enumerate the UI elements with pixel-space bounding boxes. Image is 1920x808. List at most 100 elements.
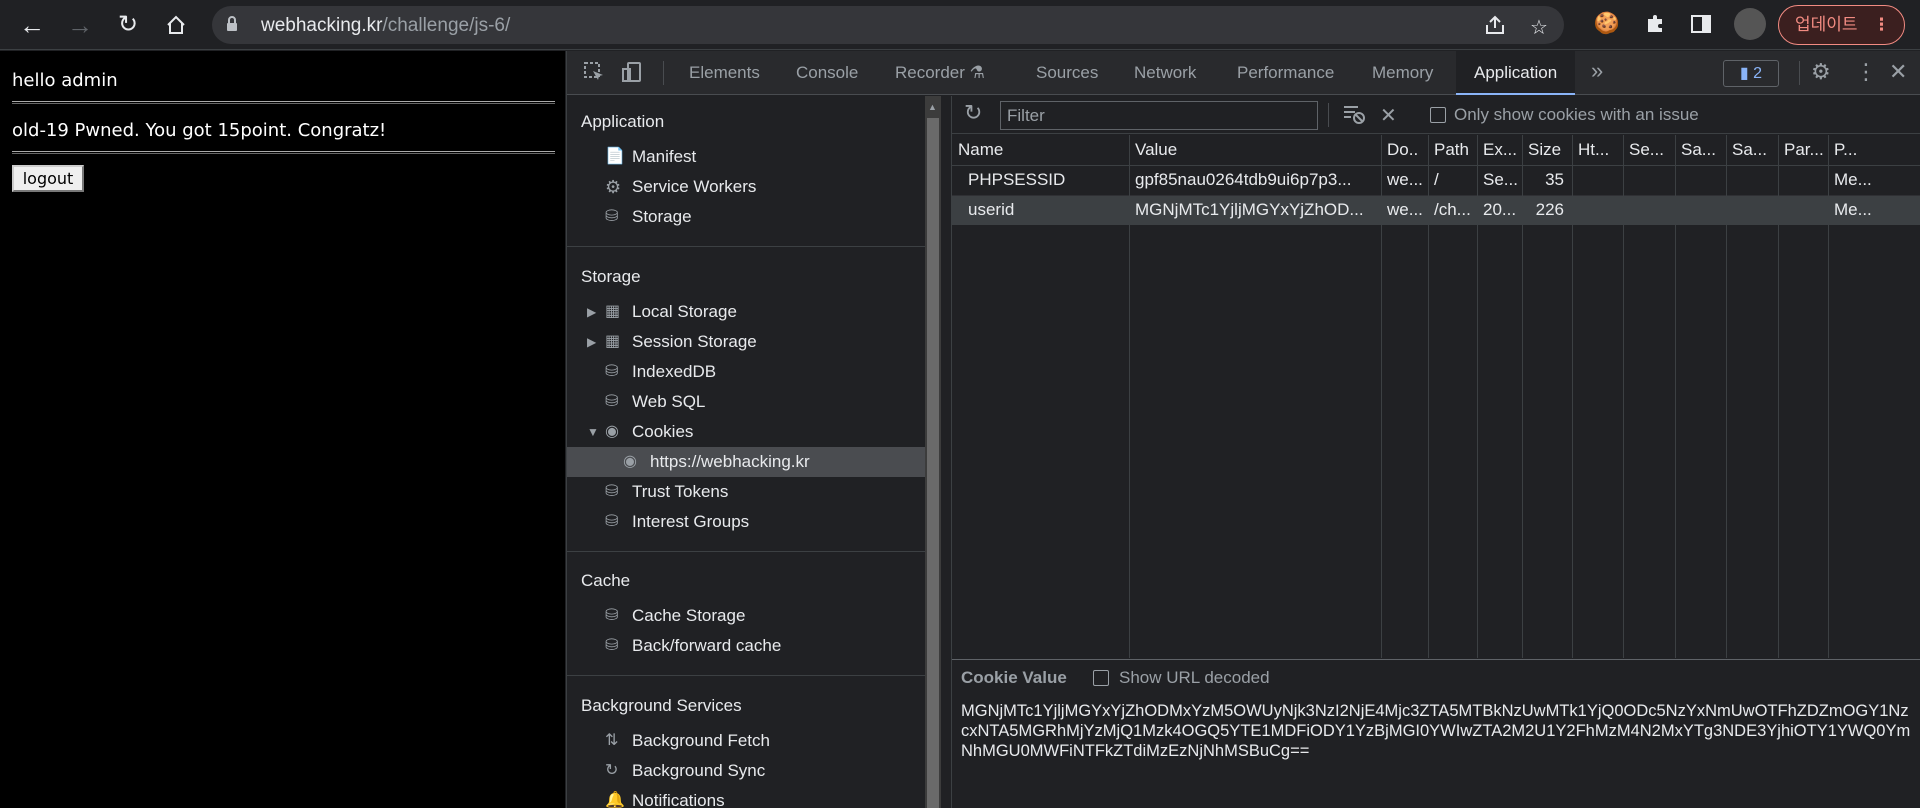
cookie-path-cell[interactable]: / — [1428, 165, 1477, 195]
filter-input[interactable] — [1000, 101, 1318, 130]
cookie-size-cell[interactable]: 226 — [1522, 195, 1572, 225]
sidebar-item-storage[interactable]: ⛁ Storage — [567, 202, 925, 232]
extensions-puzzle-icon[interactable] — [1640, 9, 1670, 39]
column-header-path[interactable]: Path — [1428, 135, 1477, 165]
expand-arrow-icon[interactable]: ▶ — [587, 327, 596, 357]
profile-avatar[interactable] — [1734, 8, 1766, 40]
section-title-background-services: Background Services — [581, 696, 742, 715]
tab-application[interactable]: Application — [1456, 51, 1576, 95]
tab-elements[interactable]: Elements — [689, 51, 760, 95]
sidebar-item-cookies[interactable]: ▼ ◉ Cookies — [567, 417, 925, 447]
column-header-samesite[interactable]: Sa... — [1675, 135, 1726, 165]
update-button[interactable]: 업데이트 ⋮ — [1778, 5, 1905, 45]
web-page: hello admin old-19 Pwned. You got 15poin… — [0, 51, 565, 808]
collapse-arrow-icon[interactable]: ▼ — [587, 417, 599, 447]
column-header-secure[interactable]: Se... — [1623, 135, 1675, 165]
cookie-extension-icon[interactable]: 🍪 — [1592, 9, 1622, 39]
section-title-storage: Storage — [581, 267, 641, 286]
column-header-size[interactable]: Size — [1522, 135, 1572, 165]
cookie-expires-cell[interactable]: Se... — [1477, 165, 1522, 195]
sidebar-scrollbar[interactable]: ▲ — [925, 96, 941, 808]
refresh-icon[interactable]: ↻ — [964, 100, 982, 126]
tab-recorder[interactable]: Recorder ⚗ — [895, 51, 985, 95]
cookie-domain-cell[interactable]: we... — [1381, 165, 1428, 195]
show-url-decoded-label: Show URL decoded — [1119, 668, 1270, 687]
sidebar-item-notifications[interactable]: 🔔 Notifications — [567, 786, 925, 808]
application-sidebar: Application 📄 Manifest ⚙ Service Workers… — [567, 96, 925, 808]
sidebar-item-session-storage[interactable]: ▶ ▦ Session Storage — [567, 327, 925, 357]
column-header-domain[interactable]: Do.. — [1381, 135, 1428, 165]
cookie-name-cell[interactable]: userid — [962, 195, 1129, 225]
column-header-sameparty[interactable]: Sa... — [1726, 135, 1778, 165]
column-header-httponly[interactable]: Ht... — [1572, 135, 1623, 165]
cookie-value-cell[interactable]: gpf85nau0264tdb9ui6p7p3... — [1129, 165, 1381, 195]
scroll-up-arrow-icon[interactable]: ▲ — [928, 102, 937, 112]
side-panel-icon[interactable] — [1686, 9, 1716, 39]
clear-filtered-cookies-icon[interactable] — [1342, 103, 1366, 131]
table-grid-icon: ▦ — [605, 333, 621, 350]
more-tabs-icon[interactable]: » — [1591, 58, 1603, 84]
cookie-value-title: Cookie Value — [961, 668, 1067, 687]
tab-memory[interactable]: Memory — [1372, 51, 1433, 95]
database-icon: ⛁ — [605, 363, 619, 380]
sidebar-item-back-forward-cache[interactable]: ⛁ Back/forward cache — [567, 631, 925, 661]
cookie-icon: ◉ — [623, 453, 637, 470]
show-url-decoded-checkbox[interactable] — [1093, 670, 1109, 686]
cookie-size-cell[interactable]: 35 — [1522, 165, 1572, 195]
share-icon[interactable] — [1485, 15, 1507, 41]
cookie-priority-cell[interactable]: Me... — [1828, 165, 1920, 195]
sidebar-item-local-storage[interactable]: ▶ ▦ Local Storage — [567, 297, 925, 327]
forward-arrow-icon[interactable]: → — [64, 9, 96, 41]
expand-arrow-icon[interactable]: ▶ — [587, 297, 596, 327]
column-header-expires[interactable]: Ex... — [1477, 135, 1522, 165]
only-issues-checkbox[interactable] — [1430, 107, 1446, 123]
cookie-value-text[interactable]: MGNjMTc1YjljMGYxYjZhODMxYzM5OWUyNjk3NzI2… — [961, 701, 1911, 761]
device-toolbar-icon[interactable] — [621, 61, 643, 89]
sidebar-item-trust-tokens[interactable]: ⛁ Trust Tokens — [567, 477, 925, 507]
home-icon[interactable] — [160, 9, 192, 41]
column-header-name[interactable]: Name — [952, 135, 1129, 165]
scrollbar-thumb[interactable] — [927, 118, 939, 808]
sidebar-item-cookie-origin[interactable]: ◉ https://webhacking.kr — [567, 447, 925, 477]
up-down-arrows-icon: ⇅ — [605, 732, 619, 749]
column-header-value[interactable]: Value — [1129, 135, 1381, 165]
column-header-priority[interactable]: P... — [1828, 135, 1920, 165]
cookie-priority-cell[interactable]: Me... — [1828, 195, 1920, 225]
cookie-expires-cell[interactable]: 20... — [1477, 195, 1522, 225]
tab-sources[interactable]: Sources — [1036, 51, 1098, 95]
bookmark-star-icon[interactable]: ☆ — [1530, 15, 1548, 40]
sidebar-item-indexeddb[interactable]: ⛁ IndexedDB — [567, 357, 925, 387]
section-title-cache: Cache — [581, 571, 631, 590]
sidebar-item-manifest[interactable]: 📄 Manifest — [567, 142, 925, 172]
divider — [12, 101, 555, 104]
tab-performance[interactable]: Performance — [1237, 51, 1334, 95]
cookie-path-cell[interactable]: /ch... — [1428, 195, 1477, 225]
lock-icon — [226, 16, 238, 36]
divider — [1799, 61, 1800, 85]
reload-icon[interactable]: ↻ — [112, 9, 144, 41]
close-icon[interactable]: ✕ — [1889, 59, 1907, 85]
column-header-partition-key[interactable]: Par... — [1778, 135, 1828, 165]
clear-all-icon[interactable]: ✕ — [1380, 103, 1397, 128]
logout-button[interactable]: logout — [12, 165, 84, 192]
sidebar-item-background-fetch[interactable]: ⇅ Background Fetch — [567, 726, 925, 756]
back-arrow-icon[interactable]: ← — [16, 9, 48, 41]
cookie-value-cell[interactable]: MGNjMTc1YjljMGYxYjZhOD... — [1129, 195, 1381, 225]
tab-console[interactable]: Console — [796, 51, 858, 95]
cookie-name-cell[interactable]: PHPSESSID — [962, 165, 1129, 195]
sidebar-item-web-sql[interactable]: ⛁ Web SQL — [567, 387, 925, 417]
sidebar-item-cache-storage[interactable]: ⛁ Cache Storage — [567, 601, 925, 631]
customize-menu-icon[interactable]: ⋮ — [1855, 59, 1877, 85]
address-bar[interactable]: webhacking.kr/challenge/js-6/ ☆ — [212, 6, 1564, 44]
database-icon: ⛁ — [605, 483, 619, 500]
sidebar-item-interest-groups[interactable]: ⛁ Interest Groups — [567, 507, 925, 537]
cookie-icon: ◉ — [605, 423, 619, 440]
settings-gear-icon[interactable]: ⚙ — [1811, 59, 1831, 85]
cookie-value-pane: Cookie Value Show URL decoded MGNjMTc1Yj… — [952, 659, 1920, 808]
inspect-element-icon[interactable] — [583, 61, 605, 89]
sidebar-item-background-sync[interactable]: ↻ Background Sync — [567, 756, 925, 786]
tab-network[interactable]: Network — [1134, 51, 1196, 95]
cookie-domain-cell[interactable]: we... — [1381, 195, 1428, 225]
issues-badge[interactable]: ▮ 2 — [1723, 60, 1779, 87]
sidebar-item-service-workers[interactable]: ⚙ Service Workers — [567, 172, 925, 202]
